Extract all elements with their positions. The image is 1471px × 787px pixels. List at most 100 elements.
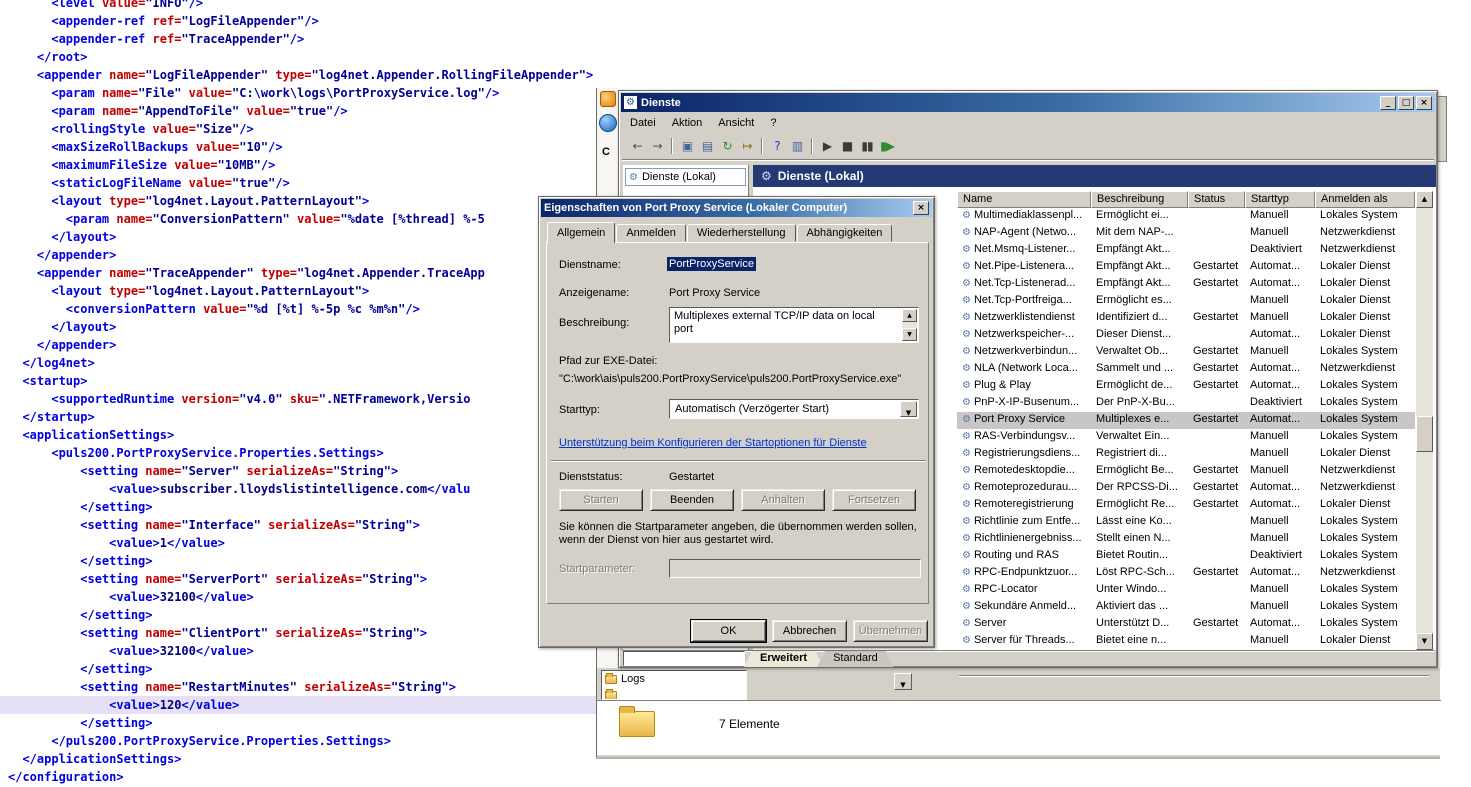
service-cell-status bbox=[1188, 548, 1245, 565]
combo-dropdown-button[interactable]: ▼ bbox=[900, 401, 917, 417]
pause-service-icon[interactable]: ▮▮ bbox=[857, 136, 877, 156]
textbox-scrollbar[interactable]: ▲ ▼ bbox=[902, 309, 917, 341]
bottom-left-box[interactable] bbox=[623, 651, 745, 666]
folder-list[interactable]: Logs bbox=[601, 670, 747, 700]
tab-allgemein[interactable]: Allgemein bbox=[547, 222, 615, 243]
list-view-icon[interactable]: ▤ bbox=[697, 136, 717, 156]
code-editor[interactable]: <level value="INFO"/> <appender-ref ref=… bbox=[0, 0, 596, 786]
code-line: <value>32100</value> bbox=[0, 642, 596, 660]
menu-datei[interactable]: Datei bbox=[622, 116, 664, 130]
apply-button[interactable]: Übernehmen bbox=[853, 620, 928, 642]
refresh-icon[interactable]: ↻ bbox=[717, 136, 737, 156]
column-header-desc[interactable]: Beschreibung bbox=[1091, 191, 1188, 208]
scroll-up-icon[interactable]: ▲ bbox=[902, 309, 917, 322]
service-cell-name: ⚙Net.Msmq-Listener... bbox=[957, 242, 1091, 259]
close-button[interactable]: × bbox=[1416, 96, 1432, 110]
service-cell-status bbox=[1188, 514, 1245, 531]
vertical-scrollbar[interactable]: ▲ ▼ bbox=[1416, 191, 1433, 650]
resume-button[interactable]: Fortsetzen bbox=[832, 489, 916, 511]
pane-header-label: Dienste (Lokal) bbox=[778, 169, 864, 183]
column-header-starttyp[interactable]: Starttyp bbox=[1245, 191, 1315, 208]
service-row[interactable]: ⚙Richtlinie zum Entfe...Lässt eine Ko...… bbox=[957, 514, 1415, 531]
scroll-down-button[interactable]: ▼ bbox=[1416, 633, 1433, 650]
service-row[interactable]: ⚙RPC-Endpunktzuor...Löst RPC-Sch...Gesta… bbox=[957, 565, 1415, 582]
service-row[interactable]: ⚙Port Proxy ServiceMultiplexes e...Gesta… bbox=[957, 412, 1415, 429]
folder-item-partial[interactable] bbox=[602, 687, 746, 700]
service-cell-desc: Unterstützt D... bbox=[1091, 616, 1188, 633]
menu-aktion[interactable]: Aktion bbox=[664, 116, 711, 130]
dialog-titlebar[interactable]: Eigenschaften von Port Proxy Service (Lo… bbox=[541, 199, 932, 217]
service-row[interactable]: ⚙RemoteregistrierungErmöglicht Re...Gest… bbox=[957, 497, 1415, 514]
service-row[interactable]: ⚙Remotedesktopdie...Ermöglicht Be...Gest… bbox=[957, 463, 1415, 480]
tab-abhaengigkeiten[interactable]: Abhängigkeiten bbox=[797, 224, 893, 242]
dienststatus-label: Dienststatus: bbox=[559, 471, 623, 483]
service-row[interactable]: ⚙Netzwerkspeicher-...Dieser Dienst...Aut… bbox=[957, 327, 1415, 344]
service-row[interactable]: ⚙Remoteprozedurau...Der RPCSS-Di...Gesta… bbox=[957, 480, 1415, 497]
tab-anmelden[interactable]: Anmelden bbox=[616, 224, 686, 242]
scroll-down-icon[interactable]: ▼ bbox=[902, 328, 917, 341]
column-header-name[interactable]: Name bbox=[957, 191, 1091, 208]
dialog-close-button[interactable]: × bbox=[913, 201, 929, 215]
restart-service-icon[interactable]: ▮▶ bbox=[877, 136, 897, 156]
service-row[interactable]: ⚙Net.Pipe-Listenera...Empfängt Akt...Ges… bbox=[957, 259, 1415, 276]
dropdown-button[interactable]: ▼ bbox=[894, 673, 912, 690]
service-cell-desc: Ermöglicht ei... bbox=[1091, 208, 1188, 225]
start-button[interactable]: Starten bbox=[559, 489, 643, 511]
pause-button[interactable]: Anhalten bbox=[741, 489, 825, 511]
menu-ansicht[interactable]: Ansicht bbox=[710, 116, 762, 130]
service-row[interactable]: ⚙Netzwerkverbindun...Verwaltet Ob...Gest… bbox=[957, 344, 1415, 361]
beschreibung-textbox[interactable]: Multiplexes external TCP/IP data on loca… bbox=[669, 307, 919, 343]
status-text: 7 Elemente bbox=[719, 717, 780, 731]
service-cell-name: ⚙Remotedesktopdie... bbox=[957, 463, 1091, 480]
tab-wiederherstellung[interactable]: Wiederherstellung bbox=[687, 224, 796, 242]
tab-erweitert[interactable]: Erweitert bbox=[744, 651, 823, 667]
ok-button[interactable]: OK bbox=[691, 620, 766, 642]
code-line: </root> bbox=[0, 48, 596, 66]
service-cell-status: Gestartet bbox=[1188, 412, 1245, 429]
services-window-titlebar[interactable]: ⚙ Dienste _ □ × bbox=[621, 93, 1435, 112]
scroll-up-button[interactable]: ▲ bbox=[1416, 191, 1433, 208]
starttyp-combobox[interactable]: Automatisch (Verzögerter Start) ▼ bbox=[669, 399, 919, 419]
tab-standard[interactable]: Standard bbox=[817, 651, 894, 667]
service-row[interactable]: ⚙Richtlinienergebniss...Stellt einen N..… bbox=[957, 531, 1415, 548]
service-row[interactable]: ⚙Routing und RASBietet Routin...Deaktivi… bbox=[957, 548, 1415, 565]
help-icon[interactable]: ? bbox=[767, 136, 787, 156]
service-row[interactable]: ⚙Net.Msmq-Listener...Empfängt Akt...Deak… bbox=[957, 242, 1415, 259]
properties-icon[interactable]: ▥ bbox=[787, 136, 807, 156]
service-row[interactable]: ⚙Registrierungsdiens...Registriert di...… bbox=[957, 446, 1415, 463]
stop-service-icon[interactable]: ■ bbox=[837, 136, 857, 156]
tree-item-dienste-lokal[interactable]: ⚙ Dienste (Lokal) bbox=[625, 168, 746, 186]
service-row[interactable]: ⚙NetzwerklistendienstIdentifiziert d...G… bbox=[957, 310, 1415, 327]
service-row[interactable]: ⚙Net.Tcp-Listenerad...Empfängt Akt...Ges… bbox=[957, 276, 1415, 293]
service-cell-anmelden: Lokaler Dienst bbox=[1315, 259, 1415, 276]
maximize-button[interactable]: □ bbox=[1398, 96, 1414, 110]
service-row[interactable]: ⚙Multimediaklassenpl...Ermöglicht ei...M… bbox=[957, 208, 1415, 225]
service-row[interactable]: ⚙Sekundäre Anmeld...Aktiviert das ...Man… bbox=[957, 599, 1415, 616]
service-row[interactable]: ⚙Net.Tcp-Portfreiga...Ermöglicht es...Ma… bbox=[957, 293, 1415, 310]
service-cell-anmelden: Lokaler Dienst bbox=[1315, 633, 1415, 650]
minimize-button[interactable]: _ bbox=[1380, 96, 1396, 110]
folder-item[interactable]: Logs bbox=[602, 671, 746, 687]
service-row[interactable]: ⚙Server für Threads...Bietet eine n...Ma… bbox=[957, 633, 1415, 650]
startparameter-input[interactable] bbox=[669, 559, 921, 578]
service-row[interactable]: ⚙NAP-Agent (Netwo...Mit dem NAP-...Manue… bbox=[957, 225, 1415, 242]
console-window-icon[interactable]: ▣ bbox=[677, 136, 697, 156]
stop-button[interactable]: Beenden bbox=[650, 489, 734, 511]
startoptions-help-link[interactable]: Unterstützung beim Konfigurieren der Sta… bbox=[559, 437, 867, 449]
export-list-icon[interactable]: ↦ bbox=[737, 136, 757, 156]
menu-help[interactable]: ? bbox=[762, 116, 784, 130]
scrollbar-thumb[interactable] bbox=[1416, 416, 1433, 452]
back-icon[interactable]: ← bbox=[627, 136, 647, 156]
starttyp-value: Automatisch (Verzögerter Start) bbox=[670, 400, 918, 418]
column-header-status[interactable]: Status bbox=[1188, 191, 1245, 208]
service-row[interactable]: ⚙RPC-LocatorUnter Windo...ManuellLokales… bbox=[957, 582, 1415, 599]
service-row[interactable]: ⚙NLA (Network Loca...Sammelt und ...Gest… bbox=[957, 361, 1415, 378]
column-header-anmelden[interactable]: Anmelden als bbox=[1315, 191, 1415, 208]
service-row[interactable]: ⚙PnP-X-IP-Busenum...Der PnP-X-Bu...Deakt… bbox=[957, 395, 1415, 412]
start-service-icon[interactable]: ▶ bbox=[817, 136, 837, 156]
service-row[interactable]: ⚙RAS-Verbindungsv...Verwaltet Ein...Manu… bbox=[957, 429, 1415, 446]
service-row[interactable]: ⚙Plug & PlayErmöglicht de...GestartetAut… bbox=[957, 378, 1415, 395]
cancel-button[interactable]: Abbrechen bbox=[772, 620, 847, 642]
forward-icon[interactable]: → bbox=[647, 136, 667, 156]
service-row[interactable]: ⚙ServerUnterstützt D...GestartetAutomat.… bbox=[957, 616, 1415, 633]
